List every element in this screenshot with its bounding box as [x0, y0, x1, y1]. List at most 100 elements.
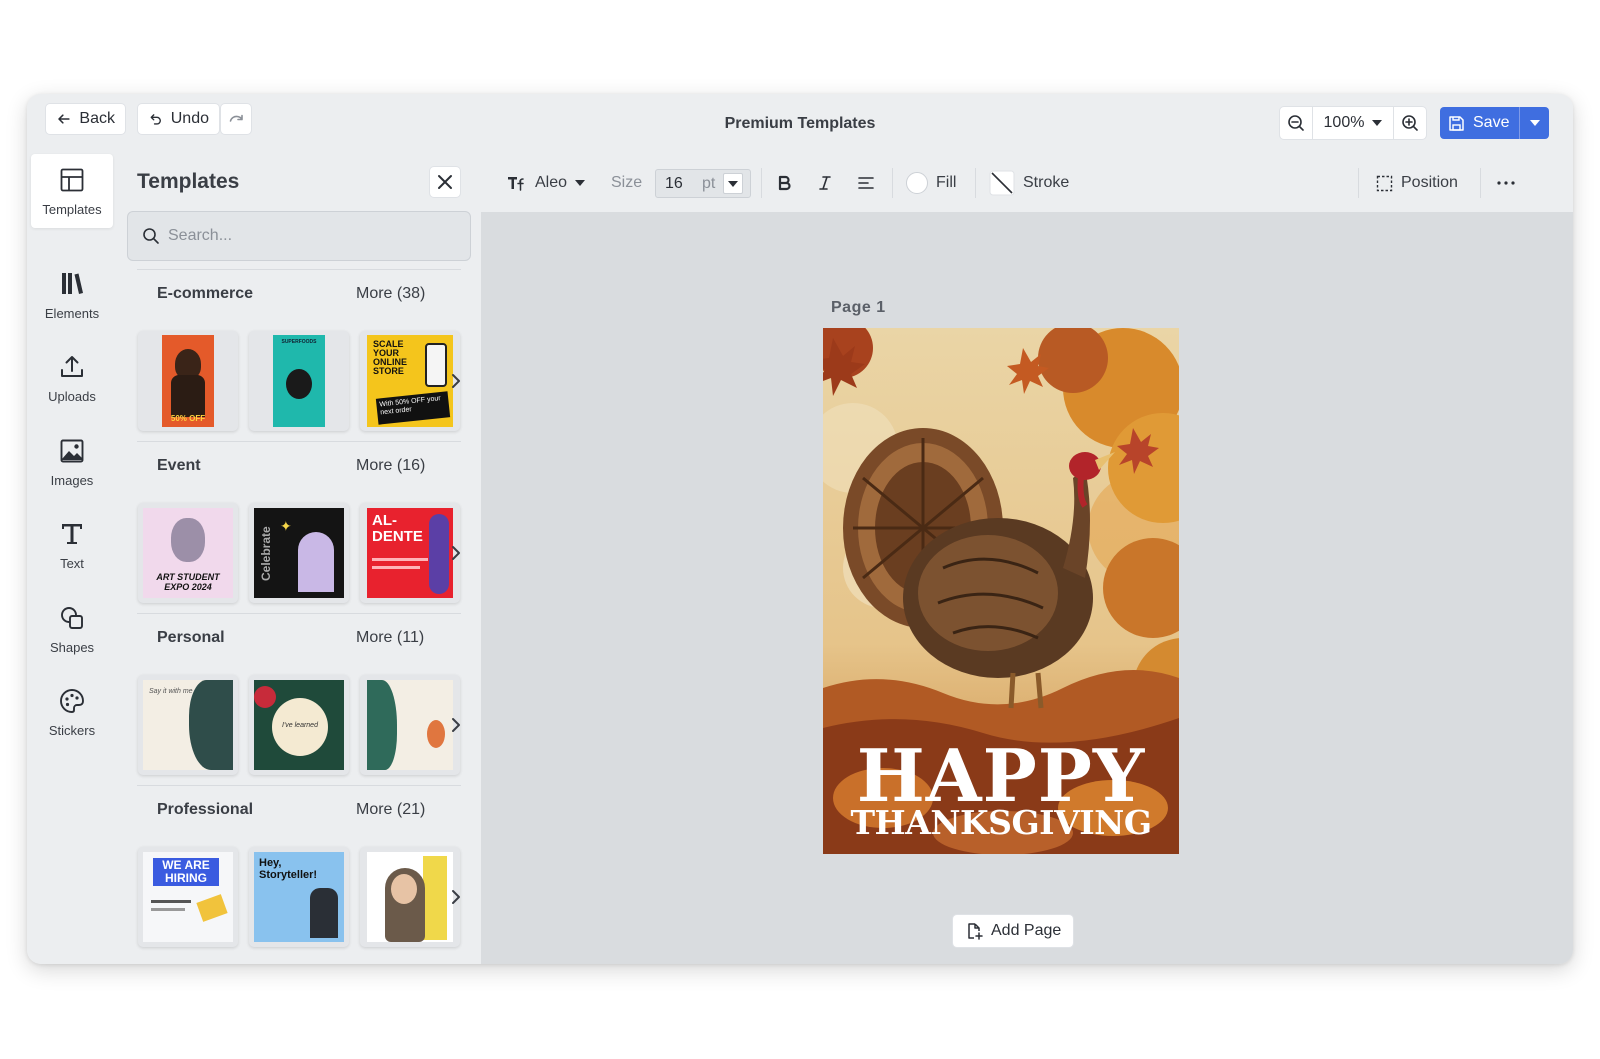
add-page-icon	[968, 923, 983, 940]
back-label: Back	[79, 110, 115, 127]
thumbnail-text: ART STUDENT EXPO 2024	[156, 572, 220, 592]
add-page-button[interactable]: Add Page	[953, 915, 1074, 947]
fish-shape	[427, 720, 445, 748]
toolbar-divider	[1480, 168, 1481, 198]
rail-item-shapes[interactable]: Shapes	[31, 592, 113, 666]
editor-area: Aleo Size 16 pt Fill Stroke Position Pag…	[481, 154, 1573, 964]
template-section-ecommerce: E-commerce More (38) 50% OFF SUPERFOODS …	[127, 269, 471, 441]
headline-thanksgiving[interactable]: THANKSGIVING	[823, 804, 1179, 842]
fill-button[interactable]: Fill	[906, 154, 956, 212]
text-line-shape	[372, 566, 420, 569]
section-more-link[interactable]: More (11)	[356, 629, 424, 647]
template-thumbnail[interactable]: I've learned	[249, 675, 349, 775]
close-panel-button[interactable]	[430, 167, 460, 197]
accent-block-shape	[423, 856, 447, 940]
chevron-down-icon	[575, 180, 586, 186]
search-input[interactable]	[168, 227, 448, 245]
align-left-icon	[858, 177, 874, 189]
rail-item-images[interactable]: Images	[31, 425, 113, 499]
thumbnail-art: I've learned	[254, 680, 344, 770]
search-icon	[143, 228, 159, 244]
thumbnail-art: Hey, Storyteller!	[254, 852, 344, 942]
thumbnail-text: Celebrate	[259, 526, 273, 581]
thumbnail-text: I've learned	[282, 722, 318, 729]
layout-icon	[60, 168, 84, 191]
template-thumbnail[interactable]	[360, 847, 460, 947]
section-title: Professional	[157, 801, 254, 818]
figure-body-shape	[171, 375, 205, 417]
more-options-button[interactable]	[1497, 154, 1515, 212]
toolbar-divider	[1358, 168, 1359, 198]
rail-item-templates[interactable]: Templates	[31, 154, 113, 228]
rail-item-stickers[interactable]: Stickers	[31, 675, 113, 749]
rail-item-text[interactable]: Text	[31, 508, 113, 582]
zoom-in-icon	[1402, 115, 1418, 131]
rail-item-elements[interactable]: Elements	[31, 258, 113, 332]
text-line-shape	[151, 900, 191, 903]
position-button[interactable]: Position	[1376, 154, 1458, 212]
chevron-right-icon[interactable]	[449, 887, 463, 907]
font-size-field[interactable]: 16 pt	[655, 169, 751, 198]
font-family-select[interactable]: Aleo	[507, 154, 586, 212]
section-more-link[interactable]: More (16)	[356, 457, 425, 475]
chevron-right-icon[interactable]	[449, 371, 463, 391]
save-icon	[1449, 115, 1464, 131]
template-thumbnail[interactable]	[360, 675, 460, 775]
template-thumbnail[interactable]: SCALE YOUR ONLINE STORE With 50% OFF you…	[360, 331, 460, 431]
section-title: Personal	[157, 629, 225, 646]
stroke-label: Stroke	[1023, 174, 1070, 191]
save-button[interactable]: Save	[1440, 107, 1519, 139]
template-thumbnail[interactable]: WE ARE HIRING	[138, 847, 238, 947]
undo-label: Undo	[170, 110, 209, 127]
template-thumbnail[interactable]: Say it with me	[138, 675, 238, 775]
bold-icon	[778, 175, 791, 191]
page-label: Page 1	[831, 299, 886, 316]
template-thumbnail[interactable]: Hey, Storyteller!	[249, 847, 349, 947]
stroke-button[interactable]: Stroke	[989, 154, 1069, 212]
zoom-out-button[interactable]	[1280, 107, 1312, 139]
search-box	[127, 211, 471, 261]
template-thumbnail[interactable]: ART STUDENT EXPO 2024	[138, 503, 238, 603]
statue-shape	[171, 518, 205, 562]
undo-button[interactable]: Undo	[138, 104, 219, 134]
chevron-down-icon	[1372, 120, 1383, 126]
template-section-personal: Personal More (11) Say it with me I've l…	[127, 613, 471, 785]
save-label: Save	[1473, 114, 1510, 131]
fill-label: Fill	[936, 174, 957, 191]
align-button[interactable]	[857, 154, 875, 212]
section-more-link[interactable]: More (21)	[356, 801, 425, 819]
rail-label-elements: Elements	[44, 305, 100, 321]
zoom-out-icon	[1288, 115, 1304, 131]
back-button[interactable]: Back	[46, 104, 125, 134]
text-icon	[62, 523, 82, 544]
thumbnail-art: Say it with me	[143, 680, 233, 770]
section-more-link[interactable]: More (38)	[356, 285, 425, 303]
redo-button[interactable]	[221, 104, 251, 134]
template-thumbnail[interactable]: SUPERFOODS	[249, 331, 349, 431]
headline-happy[interactable]: HAPPY	[823, 740, 1179, 812]
thumbnail-text: Say it with me	[149, 688, 193, 695]
image-icon	[60, 439, 84, 462]
zoom-level-select[interactable]: 100%	[1312, 107, 1394, 139]
font-family-value: Aleo	[535, 174, 568, 191]
italic-button[interactable]	[817, 154, 833, 212]
thumbnail-art: 50% OFF	[162, 335, 214, 427]
thumbnail-art: ART STUDENT EXPO 2024	[143, 508, 233, 598]
template-thumbnail[interactable]: Celebrate ✦	[249, 503, 349, 603]
zoom-in-button[interactable]	[1394, 107, 1426, 139]
thumbnail-text: AL-DENTE	[372, 512, 423, 545]
thumbnail-text: 50% OFF	[170, 414, 206, 423]
rail-label-uploads: Uploads	[48, 388, 96, 404]
template-thumbnail[interactable]: AL-DENTE	[360, 503, 460, 603]
zoom-control: 100%	[1280, 107, 1426, 139]
bold-button[interactable]	[777, 154, 793, 212]
chevron-right-icon[interactable]	[449, 543, 463, 563]
template-thumbnail[interactable]: 50% OFF	[138, 331, 238, 431]
font-size-dropdown-button[interactable]	[723, 173, 743, 194]
more-horizontal-icon	[1497, 181, 1515, 185]
chevron-right-icon[interactable]	[449, 715, 463, 735]
design-page[interactable]: HAPPY THANKSGIVING	[823, 328, 1179, 854]
no-stroke-icon	[989, 170, 1015, 196]
save-options-button[interactable]	[1519, 107, 1549, 139]
rail-item-uploads[interactable]: Uploads	[31, 341, 113, 415]
